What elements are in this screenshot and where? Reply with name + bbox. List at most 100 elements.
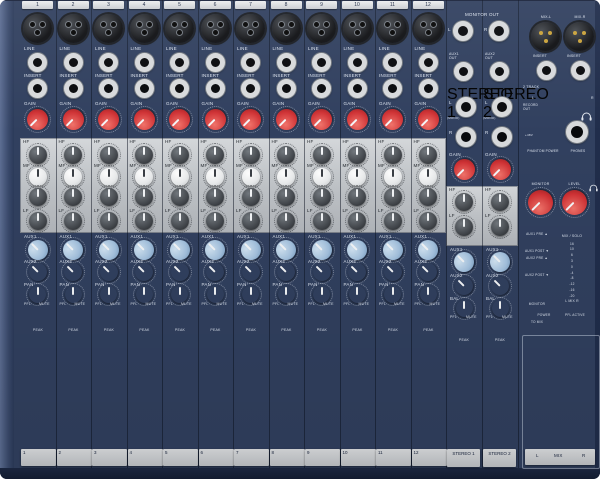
pan-knob[interactable] — [100, 286, 117, 303]
mf-gain-knob[interactable] — [313, 188, 331, 206]
lf-knob[interactable] — [348, 212, 366, 230]
hf-knob[interactable] — [135, 146, 153, 164]
monitor-out-r-jack — [489, 21, 509, 41]
lf-knob[interactable] — [206, 212, 224, 230]
mic-xlr-input — [307, 14, 336, 43]
mf-freq-knob[interactable] — [64, 168, 82, 186]
mf-gain-knob[interactable] — [277, 188, 295, 206]
mf-gain-knob[interactable] — [419, 188, 437, 206]
lf-knob[interactable] — [242, 212, 260, 230]
master-insert-r-jack — [571, 61, 590, 80]
pfl-label: PFL — [415, 303, 422, 307]
pan-knob[interactable] — [136, 286, 153, 303]
insert-jack — [135, 79, 154, 98]
hf-knob[interactable] — [313, 146, 331, 164]
pan-knob[interactable] — [65, 286, 82, 303]
lf-label: LF — [343, 209, 349, 214]
mf-gain-knob[interactable] — [206, 188, 224, 206]
mf-freq-knob[interactable] — [135, 168, 153, 186]
two-track-r: R — [591, 97, 594, 101]
lf-knob[interactable] — [171, 212, 189, 230]
mf-freq-knob[interactable] — [242, 168, 260, 186]
mf-label: MF — [236, 164, 243, 169]
mf-freq-knob[interactable] — [313, 168, 331, 186]
mf-gain-knob[interactable] — [29, 188, 47, 206]
mf-freq-knob[interactable] — [419, 168, 437, 186]
hf-label: HF — [414, 140, 420, 145]
pfl-button[interactable] — [446, 0, 460, 11]
hf-knob[interactable] — [171, 146, 189, 164]
phones-label: PHONES — [565, 150, 591, 154]
pan-knob[interactable] — [242, 286, 259, 303]
hf-label: HF — [23, 140, 29, 145]
pan-knob[interactable] — [207, 286, 224, 303]
mf-freq-knob[interactable] — [384, 168, 402, 186]
pfl-button[interactable] — [482, 0, 496, 11]
hf-knob[interactable] — [100, 146, 118, 164]
lf-knob[interactable] — [100, 212, 118, 230]
pan-knob[interactable] — [29, 286, 46, 303]
line-jack — [135, 53, 154, 72]
lf-knob[interactable] — [419, 212, 437, 230]
pan-knob[interactable] — [420, 286, 437, 303]
mf-freq-knob[interactable] — [277, 168, 295, 186]
insert-jack — [206, 79, 225, 98]
lf-knob[interactable] — [313, 212, 331, 230]
mf-gain-knob[interactable] — [171, 188, 189, 206]
hf-knob[interactable] — [455, 193, 473, 211]
channel-number: 3 — [93, 1, 124, 9]
mf-gain-knob[interactable] — [100, 188, 118, 206]
mf-freq-knob[interactable] — [348, 168, 366, 186]
lf-knob[interactable] — [29, 212, 47, 230]
aux2-pre-label: AUX2 PRE ▲ — [517, 257, 557, 261]
lf-label: LF — [449, 214, 455, 219]
channel-number: 9 — [306, 1, 337, 9]
lf-knob[interactable] — [455, 218, 473, 236]
hf-knob[interactable] — [277, 146, 295, 164]
mf-gain-knob[interactable] — [135, 188, 153, 206]
mf-freq-knob[interactable] — [29, 168, 47, 186]
mute-label: MUTE — [359, 303, 370, 307]
insert-jack — [64, 79, 83, 98]
stereo-bottom-label: STEREO 1 — [447, 449, 480, 467]
headphones-icon — [589, 184, 598, 192]
pfl-label: PFL — [273, 303, 280, 307]
gain-label: GAIN — [379, 102, 391, 107]
mf-freq-knob[interactable] — [206, 168, 224, 186]
lf-knob[interactable] — [384, 212, 402, 230]
hf-knob[interactable] — [384, 146, 402, 164]
pan-knob[interactable] — [278, 286, 295, 303]
hf-knob[interactable] — [206, 146, 224, 164]
pan-knob[interactable] — [171, 286, 188, 303]
master-mix-label: MIX — [554, 454, 563, 459]
lf-knob[interactable] — [277, 212, 295, 230]
hf-label: HF — [130, 140, 136, 145]
mf-gain-knob[interactable] — [384, 188, 402, 206]
aux1-post-label: AUX1 POST ▼ — [517, 250, 557, 254]
channel-number: 2 — [58, 1, 89, 9]
line-label: LINE — [379, 47, 390, 52]
pan-knob[interactable] — [313, 286, 330, 303]
mf-freq-knob[interactable] — [171, 168, 189, 186]
pfl-label: PFL — [60, 303, 67, 307]
channel-strip-5: 5LINEINSERTGAINHFMFLFAUX1AUX2PANPFLMUTEP… — [162, 0, 199, 468]
lf-knob[interactable] — [491, 218, 509, 236]
pan-knob[interactable] — [384, 286, 401, 303]
hf-label: HF — [165, 140, 171, 145]
mf-gain-knob[interactable] — [242, 188, 260, 206]
lf-knob[interactable] — [135, 212, 153, 230]
hf-knob[interactable] — [29, 146, 47, 164]
hf-knob[interactable] — [242, 146, 260, 164]
mf-gain-knob[interactable] — [64, 188, 82, 206]
hf-knob[interactable] — [64, 146, 82, 164]
pan-knob[interactable] — [349, 286, 366, 303]
mf-gain-knob[interactable] — [348, 188, 366, 206]
peak-label: PEAK — [64, 329, 84, 333]
hf-knob[interactable] — [348, 146, 366, 164]
hf-knob[interactable] — [491, 193, 509, 211]
lf-knob[interactable] — [64, 212, 82, 230]
hf-knob[interactable] — [419, 146, 437, 164]
mf-freq-knob[interactable] — [100, 168, 118, 186]
pfl-label: PFL — [379, 303, 386, 307]
power-label: POWER — [530, 314, 558, 318]
